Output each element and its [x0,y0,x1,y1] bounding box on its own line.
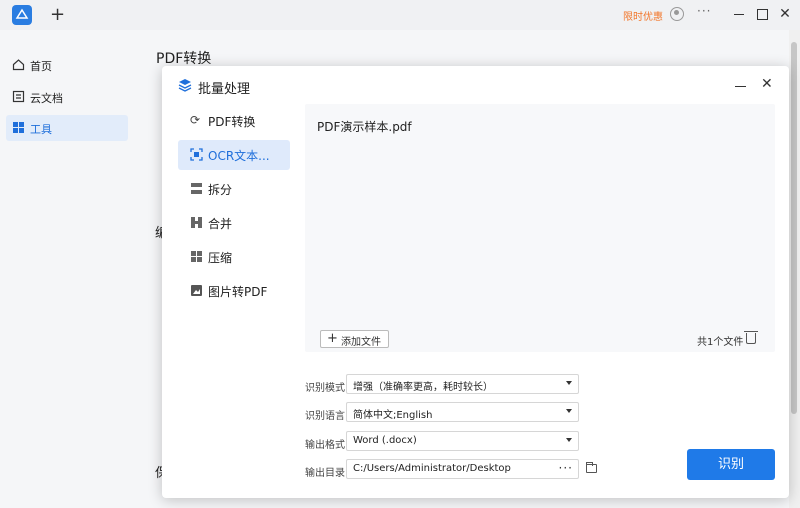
recognition-mode-label: 识别模式 [305,383,345,394]
user-avatar-icon[interactable] [670,7,684,21]
output-format-select[interactable]: Word (.docx) [346,431,579,451]
file-count-text: 共1个文件 [697,337,744,348]
output-directory-field[interactable]: C:/Users/Administrator/Desktop ··· [346,459,579,479]
image-to-pdf-icon [191,285,202,296]
dialog-minimize-button[interactable] [735,86,746,87]
sidebar-item-home[interactable]: 首页 [6,52,128,78]
sidebar-item-label: 云文档 [30,92,63,105]
output-format-value: Word (.docx) [353,435,417,446]
page-scrollbar-thumb[interactable] [791,42,797,414]
tab-label: 合并 [208,217,233,231]
new-tab-button[interactable]: + [50,5,65,25]
output-directory-label: 输出目录 [305,468,345,479]
file-list-item[interactable]: PDF演示样本.pdf [317,118,412,135]
chevron-down-icon [566,409,572,413]
add-file-button[interactable]: + 添加文件 [320,330,389,348]
tab-label: 图片转PDF [208,285,268,299]
tab-label: 拆分 [208,183,233,197]
trash-icon[interactable] [744,331,758,344]
dialog-title: 批量处理 [198,82,251,97]
window-minimize-button[interactable] [731,6,747,22]
recognition-language-label: 识别语言 [305,411,345,422]
app-logo-icon[interactable] [12,5,32,25]
tab-image-to-pdf[interactable]: 图片转PDF [178,276,290,306]
merge-icon [191,217,202,228]
chevron-down-icon [566,438,572,442]
cloud-doc-icon [12,90,25,103]
window-close-button[interactable]: ✕ [777,6,793,22]
output-format-label: 输出格式 [305,440,345,451]
output-directory-value: C:/Users/Administrator/Desktop [353,463,511,474]
sidebar-item-label: 工具 [30,123,52,136]
recognition-language-select[interactable]: 简体中文;English [346,402,579,422]
file-list-panel[interactable]: PDF演示样本.pdf + 添加文件 共1个文件 [305,104,775,352]
title-bar: + 限时优惠 ··· ✕ [0,0,800,30]
folder-icon[interactable] [586,462,597,473]
add-file-label: 添加文件 [341,337,381,348]
tab-split[interactable]: 拆分 [178,174,290,204]
tab-pdf-convert[interactable]: ⟳ PDF转换 [178,106,290,136]
split-icon [191,183,202,194]
plus-icon: + [327,331,338,346]
dialog-close-button[interactable]: ✕ [761,76,773,92]
promo-link[interactable]: 限时优惠 [623,8,663,23]
home-icon [12,59,25,71]
tab-label: OCR文本... [208,149,270,163]
tab-label: 压缩 [208,251,233,265]
recognize-button[interactable]: 识别 [687,449,775,480]
sidebar-item-tools[interactable]: 工具 [6,115,128,141]
sidebar-item-cloud-docs[interactable]: 云文档 [6,84,128,110]
browse-more-button[interactable]: ··· [559,461,573,475]
tab-ocr-text[interactable]: OCR文本... [178,140,290,170]
tools-icon [13,122,24,133]
layers-icon [178,79,192,92]
tab-label: PDF转换 [208,115,256,129]
page-title: PDF转换 [156,51,212,67]
recognition-mode-select[interactable]: 增强（准确率更高，耗时较长） [346,374,579,394]
recognition-language-value: 简体中文;English [353,410,433,421]
chevron-down-icon [566,381,572,385]
compress-icon [191,251,202,262]
more-menu-button[interactable]: ··· [697,4,711,18]
tab-compress[interactable]: 压缩 [178,242,290,272]
refresh-icon: ⟳ [190,113,201,127]
sidebar-item-label: 首页 [30,60,52,73]
window-maximize-button[interactable] [754,6,770,22]
recognition-mode-value: 增强（准确率更高，耗时较长） [353,382,493,393]
left-sidebar: 首页 云文档 工具 [0,30,135,508]
tab-merge[interactable]: 合并 [178,208,290,238]
ocr-scan-icon [190,148,203,161]
